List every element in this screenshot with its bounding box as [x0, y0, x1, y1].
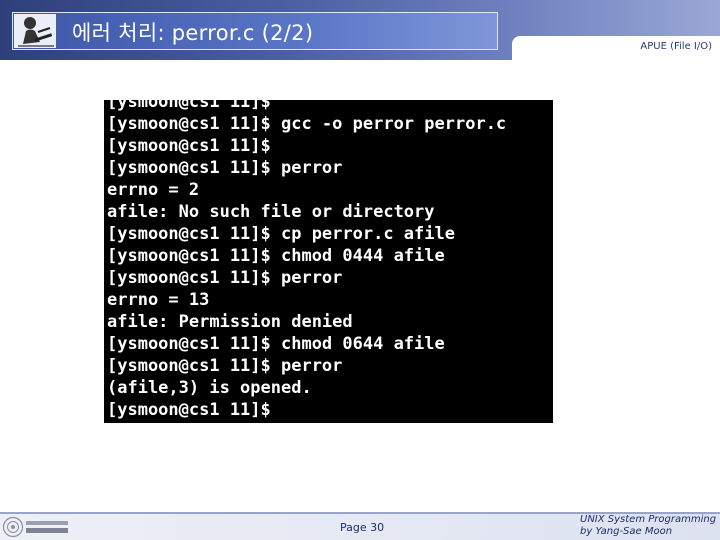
terminal-screenshot: [ysmoon@cs1 11]$ [ysmoon@cs1 11]$ gcc -o …: [104, 100, 553, 423]
page-number: Page 30: [340, 521, 385, 534]
terminal-line: [ysmoon@cs1 11]$ perror: [107, 356, 343, 376]
terminal-line: [ysmoon@cs1 11]$: [107, 100, 271, 112]
terminal-line: afile: Permission denied: [107, 312, 353, 332]
credits: UNIX System Programming by Yang-Sae Moon: [580, 514, 716, 538]
terminal-line: afile: No such file or directory: [107, 202, 435, 222]
terminal-line: [ysmoon@cs1 11]$ perror: [107, 268, 343, 288]
terminal-line: [ysmoon@cs1 11]$ chmod 0444 afile: [107, 246, 445, 266]
terminal-line: [ysmoon@cs1 11]$ chmod 0644 afile: [107, 334, 445, 354]
terminal-line: errno = 13: [107, 290, 210, 310]
terminal-line: [ysmoon@cs1 11]$: [107, 136, 271, 156]
person-at-desk-icon: [14, 14, 56, 48]
university-logo-icon: [2, 516, 68, 538]
credit-line-2: by Yang-Sae Moon: [580, 526, 673, 537]
credit-line-1: UNIX System Programming: [580, 514, 717, 525]
terminal-line: [ysmoon@cs1 11]$ perror: [107, 158, 343, 178]
slide-title: 에러 처리: perror.c (2/2): [72, 21, 314, 45]
terminal-line: errno = 2: [107, 180, 200, 200]
terminal-line: [ysmoon@cs1 11]$ gcc -o perror perror.c: [107, 114, 507, 134]
terminal-line: [ysmoon@cs1 11]$ cp perror.c afile: [107, 224, 455, 244]
terminal-line: (afile,3) is opened.: [107, 378, 312, 398]
terminal-line: [ysmoon@cs1 11]$: [107, 400, 271, 420]
course-label: APUE (File I/O): [640, 41, 712, 52]
